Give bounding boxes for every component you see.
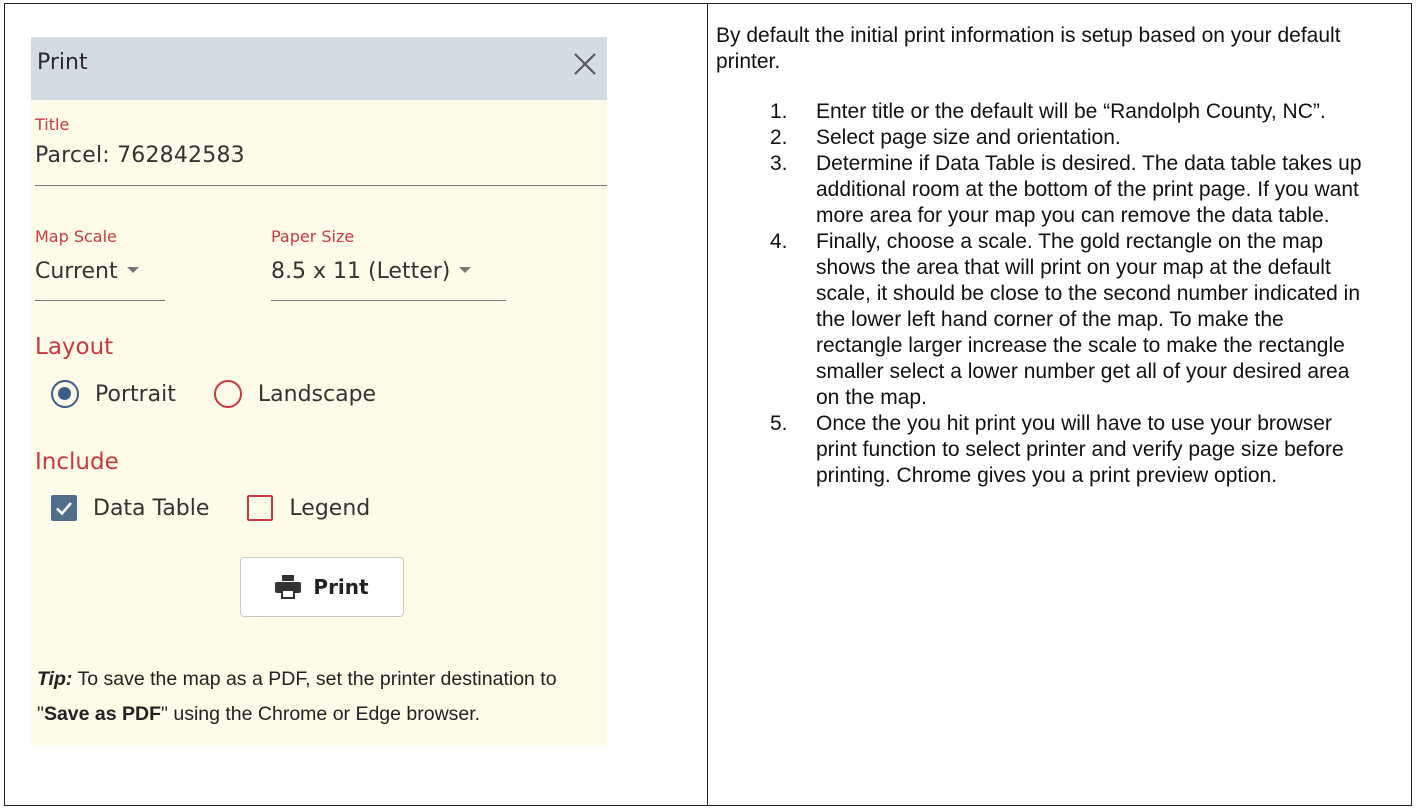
data-table-label: Data Table [93,495,210,521]
print-button[interactable]: Print [240,557,404,617]
print-dialog: Print Title Parcel: 762842583 Map Scale … [31,37,607,745]
data-table-checkbox[interactable] [51,495,77,521]
dialog-title: Print [37,50,88,75]
tip-text-after: " using the Chrome or Edge browser. [161,703,481,725]
tip-bold: Save as PDF [43,703,162,725]
dialog-header: Print [31,37,607,100]
map-scale-value: Current [35,259,118,284]
step-item: 4. Finally, choose a scale. The gold rect… [770,229,1370,411]
layout-options: Portrait Landscape [51,380,414,408]
include-options: Data Table Legend [51,495,408,521]
title-input-underline [35,185,607,186]
map-scale-select[interactable]: Current [35,259,139,284]
portrait-radio[interactable] [51,380,79,408]
portrait-radio-option[interactable]: Portrait [51,380,176,408]
paper-size-select[interactable]: 8.5 x 11 (Letter) [271,259,472,284]
tip-text: Tip: To save the map as a PDF, set the p… [37,662,597,732]
step-text: Once the you hit print you will have to … [816,412,1344,487]
step-number: 5. [770,412,788,435]
data-table-checkbox-option[interactable]: Data Table [51,495,209,521]
step-item: 1. Enter title or the default will be “Ra… [770,99,1370,125]
step-text: Select page size and orientation. [816,126,1121,149]
step-number: 1. [770,100,788,123]
close-icon[interactable] [571,50,599,78]
map-scale-label: Map Scale [35,227,117,246]
landscape-radio[interactable] [213,380,242,408]
landscape-radio-option[interactable]: Landscape [213,380,377,408]
paper-size-underline [271,300,506,301]
step-number: 3. [770,152,788,175]
step-item: 3. Determine if Data Table is desired. Th… [770,151,1370,229]
include-heading: Include [35,449,119,475]
step-text: Finally, choose a scale. The gold rectan… [816,230,1361,409]
paper-size-label: Paper Size [271,227,355,246]
paper-size-value: 8.5 x 11 (Letter) [271,259,451,284]
step-number: 4. [770,230,788,253]
legend-checkbox[interactable] [247,495,274,521]
chevron-down-icon [126,267,139,273]
checkmark-icon [56,502,72,516]
step-item: 2. Select page size and orientation. [770,125,1370,151]
step-number: 2. [770,126,788,149]
step-text: Enter title or the default will be “Rand… [816,100,1326,123]
legend-label: Legend [289,495,371,521]
step-text: Determine if Data Table is desired. The … [816,152,1362,227]
portrait-label: Portrait [95,381,176,407]
instructions-intro: By default the initial print information… [716,24,1341,73]
landscape-label: Landscape [257,381,377,407]
chevron-down-icon [459,267,472,273]
column-divider [707,4,708,805]
tip-label: Tip: [37,668,73,690]
legend-checkbox-option[interactable]: Legend [247,495,370,521]
title-input[interactable]: Parcel: 762842583 [35,143,245,168]
map-scale-underline [35,300,165,301]
instructions-steps: 1. Enter title or the default will be “Ra… [770,99,1370,489]
print-button-label: Print [313,575,369,599]
title-field-label: Title [35,115,70,134]
step-item: 5. Once the you hit print you will have t… [770,411,1370,489]
layout-heading: Layout [35,334,114,360]
printer-icon [275,575,302,599]
